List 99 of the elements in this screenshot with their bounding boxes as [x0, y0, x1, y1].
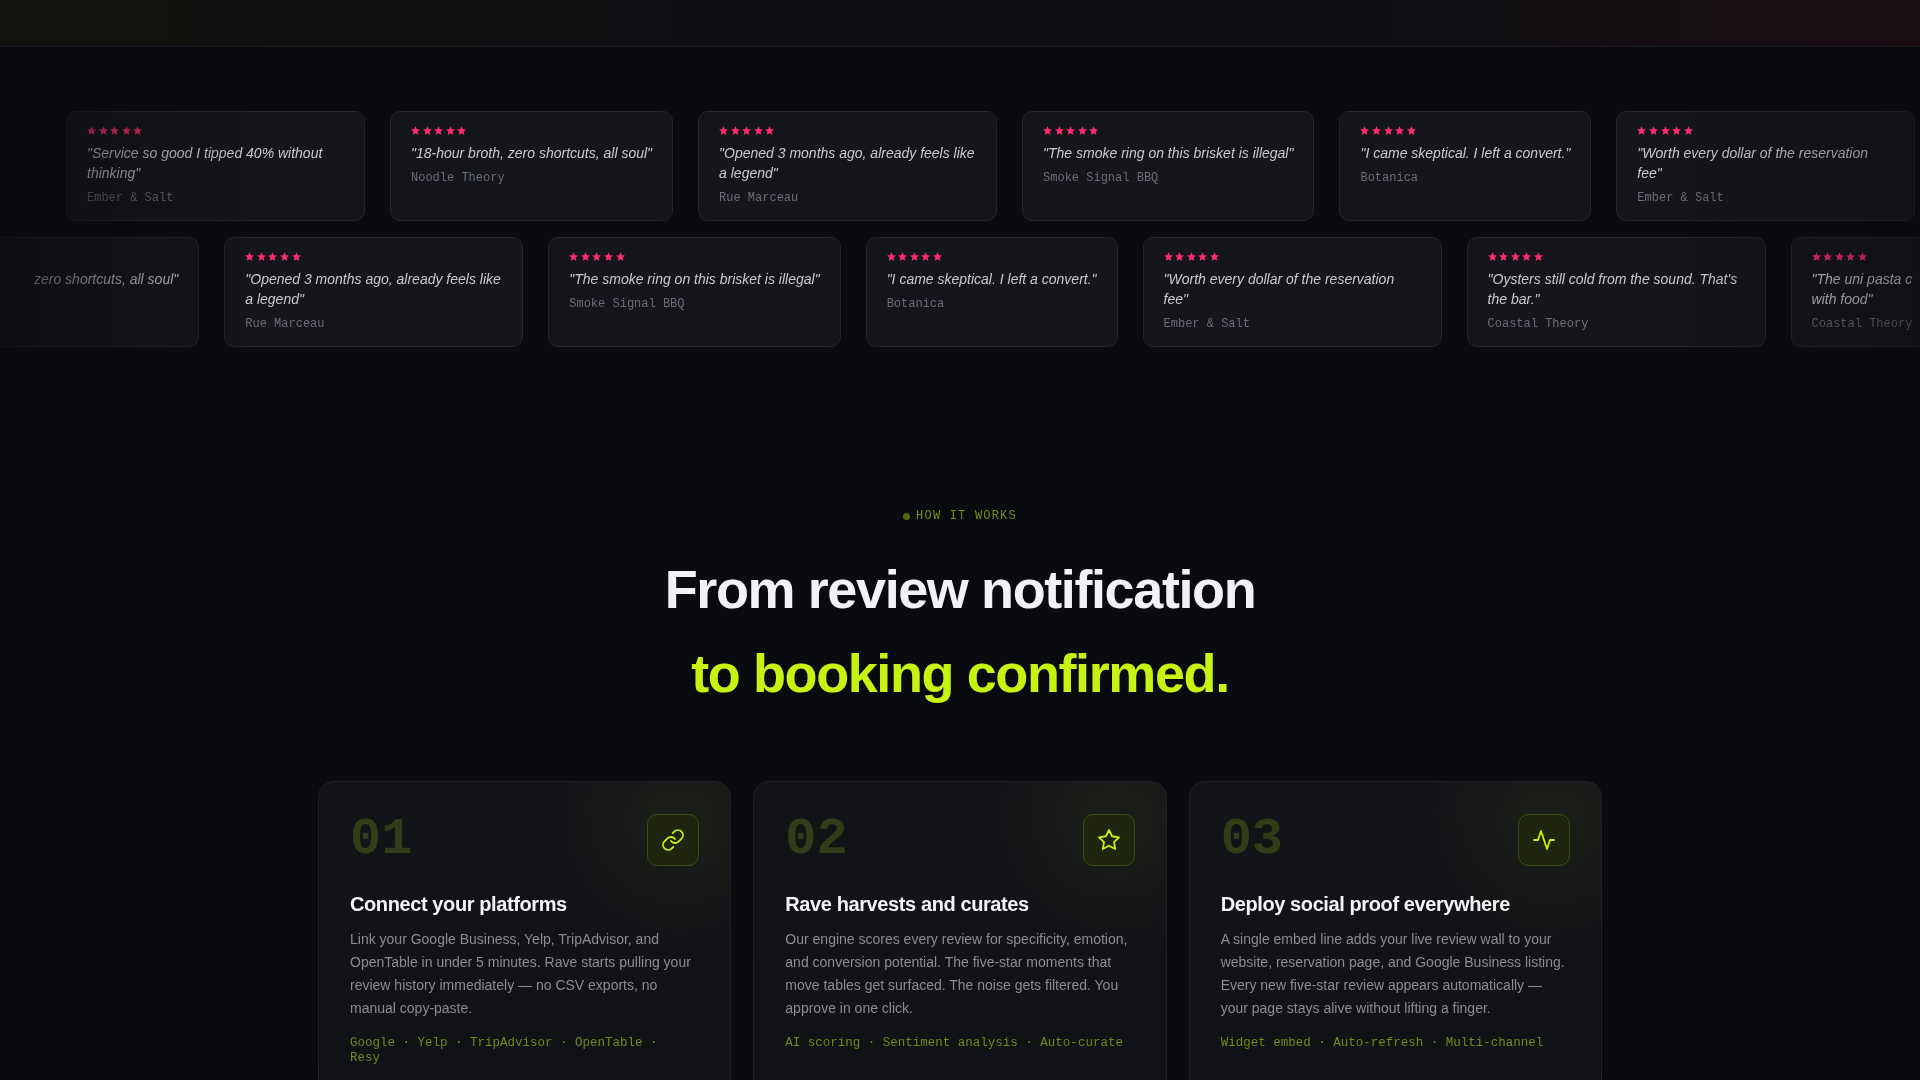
- star-icon: [1395, 126, 1405, 135]
- star-icon: [1186, 252, 1196, 261]
- restaurant-name: Ember & Salt: [1163, 316, 1250, 332]
- star-icon: [280, 252, 290, 261]
- star-icon: [1522, 252, 1532, 261]
- star-icon: [580, 252, 590, 261]
- star-icon: [1163, 252, 1173, 261]
- star-icon: [411, 126, 420, 135]
- star-icon: [933, 252, 942, 261]
- star-icon: [434, 126, 444, 135]
- star-icon: [98, 126, 108, 135]
- restaurant-name: Botanica: [886, 296, 945, 312]
- star-icon: [1846, 252, 1856, 261]
- star-icon: [886, 252, 896, 261]
- star-icon: [604, 252, 614, 261]
- star-icon: [87, 126, 96, 135]
- star-icon: [1510, 252, 1520, 261]
- star-icon: [742, 126, 752, 135]
- star-icon: [909, 252, 919, 261]
- link-icon: [647, 814, 700, 866]
- review-quote: "Worth every dollar of the reservation fee": [1637, 144, 1869, 183]
- review-quote: zero shortcuts, all soul": [34, 270, 179, 289]
- section-heading: From review notification: [664, 558, 1256, 621]
- step-title: Rave harvests and curates: [785, 892, 1030, 916]
- star-icon: [1533, 252, 1543, 261]
- review-quote: "The smoke ring on this brisket is illegal": [569, 270, 820, 289]
- restaurant-name: Rue Marceau: [719, 190, 799, 206]
- star-icon: [1089, 126, 1099, 135]
- star-icon: [1857, 252, 1867, 261]
- review-quote: "The uni pasta c with food": [1811, 270, 1913, 309]
- restaurant-name: Coastal Theory: [1487, 316, 1589, 332]
- step-description: Link your Google Business, Yelp, TripAdvisor, and OpenTable in under 5 minutes. Rave starts pulling your review history immediately — no CSV exports, no manual copy-paste.: [350, 930, 692, 1018]
- review-quote: "The smoke ring on this brisket is illegal": [1043, 144, 1294, 163]
- star-icon: [765, 126, 775, 135]
- star-icon: [1637, 126, 1647, 135]
- step-title: Deploy social proof everywhere: [1220, 892, 1511, 916]
- star-icon: [268, 252, 278, 261]
- star-icon: [245, 252, 255, 261]
- star-icon: [730, 126, 740, 135]
- star-icon: [1383, 126, 1393, 135]
- star-icon: [133, 126, 143, 135]
- star-icon: [445, 126, 455, 135]
- star-icon: [921, 252, 931, 261]
- star-icon: [615, 252, 625, 261]
- restaurant-name: Rue Marceau: [245, 316, 325, 332]
- feature-tags: AI scoring · Sentiment analysis · Auto-curate: [785, 1036, 1126, 1051]
- section-label: HOW IT WORKS: [916, 508, 1017, 524]
- restaurant-name: Smoke Signal BBQ: [569, 296, 685, 312]
- star-icon: [457, 126, 467, 135]
- star-icon: [719, 126, 729, 135]
- star-icon: [1360, 126, 1370, 135]
- star-icon: [753, 126, 763, 135]
- step-description: Our engine scores every review for specificity, emotion, and conversion potential. The five-star moments that move tables get surfaced. The noise gets filtered. You approve in one click.: [785, 930, 1129, 1018]
- restaurant-name: Botanica: [1360, 170, 1419, 186]
- star-icon: [1209, 252, 1219, 261]
- star-icon: [1198, 252, 1208, 261]
- star-icon: [1499, 252, 1509, 261]
- section-heading-accent: to booking confirmed.: [691, 642, 1229, 705]
- step-description: A single embed line adds your live review wall to your website, reservation page, and Google Business listing. Every new five-star review appears automatically — your page stays alive without lifting a finger.: [1220, 930, 1566, 1018]
- star-icon: [1054, 126, 1064, 135]
- star-icon: [1672, 126, 1682, 135]
- review-quote: "Worth every dollar of the reservation fee": [1163, 270, 1396, 309]
- star-icon: [1834, 252, 1844, 261]
- star-icon: [569, 252, 579, 261]
- feature-tags: Widget embed · Auto-refresh · Multi-channel: [1220, 1036, 1561, 1051]
- star-icon: [1823, 252, 1833, 261]
- review-quote: "Opened 3 months ago, already feels like a legend": [719, 144, 976, 183]
- star-icon: [1487, 252, 1497, 261]
- review-quote: "Opened 3 months ago, already feels like a legend": [245, 270, 502, 309]
- feature-tags: Google · Yelp · TripAdvisor · OpenTable · Resy: [350, 1036, 690, 1066]
- star-icon: [1406, 126, 1416, 135]
- restaurant-name: Ember & Salt: [1637, 190, 1724, 206]
- star-icon: [1175, 252, 1185, 261]
- star-icon: [592, 252, 602, 261]
- star-icon: [422, 126, 432, 135]
- star-icon: [1811, 252, 1821, 261]
- pulse-icon: [1518, 814, 1570, 866]
- restaurant-name: Noodle Theory: [411, 170, 505, 186]
- review-quote: "18-hour broth, zero shortcuts, all soul": [411, 144, 653, 163]
- star-icon: [121, 126, 131, 135]
- restaurant-name: Coastal Theory: [1811, 316, 1913, 332]
- star-icon: [1648, 126, 1658, 135]
- star-icon: [898, 252, 908, 261]
- dot-icon: [903, 512, 911, 520]
- star-icon: [1043, 126, 1053, 135]
- star-icon: [291, 252, 301, 261]
- star-icon: [1077, 126, 1087, 135]
- restaurant-name: Smoke Signal BBQ: [1043, 170, 1159, 186]
- star-icon: [256, 252, 266, 261]
- star-icon: [1683, 126, 1693, 135]
- star-icon: [1372, 126, 1382, 135]
- star-icon: [110, 126, 120, 135]
- step-title: Connect your platforms: [350, 892, 568, 916]
- review-quote: "Oysters still cold from the sound. That's the bar.": [1487, 270, 1739, 309]
- review-quote: "I came skeptical. I left a convert.": [1360, 144, 1571, 163]
- star-icon: [1660, 126, 1670, 135]
- star-icon: [1066, 126, 1076, 135]
- review-quote: "Service so good I tipped 40% without thinking": [87, 144, 324, 183]
- review-quote: "I came skeptical. I left a convert.": [886, 270, 1097, 289]
